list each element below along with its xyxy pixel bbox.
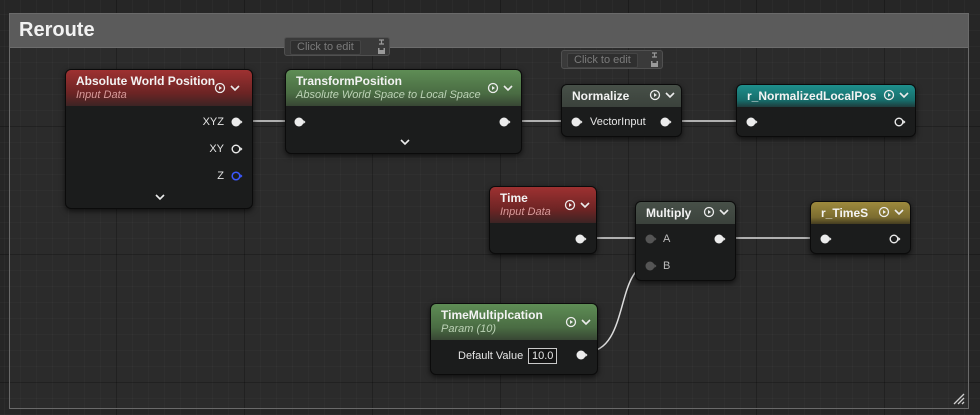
collapse-chevron-icon[interactable] xyxy=(576,199,592,211)
node-header[interactable]: Normalize xyxy=(562,85,681,107)
input-pin-b[interactable] xyxy=(645,260,657,272)
input-pin[interactable] xyxy=(820,233,832,245)
output-pin[interactable] xyxy=(575,233,587,245)
transform-comment-bubble-text[interactable]: Click to edit xyxy=(290,40,361,55)
normalize-node[interactable]: Normalize VectorInput xyxy=(561,84,682,137)
collapse-chevron-icon[interactable] xyxy=(226,82,242,94)
default-value-field[interactable]: 10.0 xyxy=(528,348,558,364)
preview-toggle-icon[interactable] xyxy=(883,89,895,101)
node-header[interactable]: Multiply xyxy=(636,202,735,224)
collapse-chevron-icon[interactable] xyxy=(499,82,515,94)
preview-toggle-icon[interactable] xyxy=(214,82,226,94)
r-normalized-local-pos-node[interactable]: r_NormalizedLocalPos xyxy=(736,84,916,137)
normalize-comment-bubble[interactable]: Click to edit xyxy=(561,50,663,69)
input-pin-label-a: A xyxy=(663,233,671,245)
input-pin[interactable] xyxy=(294,116,306,128)
time-node[interactable]: Time Input Data xyxy=(489,186,597,254)
expand-chevron-icon[interactable] xyxy=(399,138,411,147)
node-header[interactable]: r_NormalizedLocalPos xyxy=(737,85,915,107)
preview-toggle-icon[interactable] xyxy=(565,316,577,328)
collapse-chevron-icon[interactable] xyxy=(890,206,906,218)
preview-toggle-icon[interactable] xyxy=(703,206,715,218)
collapse-chevron-icon[interactable] xyxy=(715,206,731,218)
collapse-chevron-icon[interactable] xyxy=(577,316,593,328)
node-header[interactable]: Time Input Data xyxy=(490,187,596,223)
default-value-label: Default Value xyxy=(458,350,524,362)
pin-icon[interactable] xyxy=(650,52,659,68)
output-pin-label-xyz: XYZ xyxy=(202,116,224,128)
input-pin-vectorinput[interactable] xyxy=(571,116,583,128)
preview-toggle-icon[interactable] xyxy=(649,89,661,101)
output-pin[interactable] xyxy=(714,233,726,245)
preview-toggle-icon[interactable] xyxy=(487,82,499,94)
multiply-node[interactable]: Multiply A B xyxy=(635,201,736,281)
output-pin-z[interactable] xyxy=(231,170,243,182)
transform-comment-bubble[interactable]: Click to edit xyxy=(284,37,390,56)
normalize-comment-bubble-text[interactable]: Click to edit xyxy=(567,53,638,68)
collapse-chevron-icon[interactable] xyxy=(895,89,911,101)
output-pin[interactable] xyxy=(894,116,906,128)
node-header[interactable]: TransformPosition Absolute World Space t… xyxy=(286,70,521,106)
transform-position-node[interactable]: TransformPosition Absolute World Space t… xyxy=(285,69,522,154)
expand-chevron-icon[interactable] xyxy=(154,193,166,202)
output-pin[interactable] xyxy=(660,116,672,128)
input-pin-label-vectorinput: VectorInput xyxy=(590,116,646,128)
output-pin[interactable] xyxy=(576,349,588,361)
output-pin-label-z: Z xyxy=(217,170,224,182)
pin-icon[interactable] xyxy=(377,39,386,55)
output-pin[interactable] xyxy=(499,116,511,128)
input-pin[interactable] xyxy=(746,116,758,128)
output-pin[interactable] xyxy=(889,233,901,245)
output-pin-label-xy: XY xyxy=(209,143,224,155)
node-header[interactable]: TimeMultiplcation Param (10) xyxy=(431,304,597,340)
output-pin-xyz[interactable] xyxy=(231,116,243,128)
preview-toggle-icon[interactable] xyxy=(564,199,576,211)
node-header[interactable]: r_TimeS xyxy=(811,202,910,224)
collapse-chevron-icon[interactable] xyxy=(661,89,677,101)
absolute-world-position-node[interactable]: Absolute World Position Input Data XYZ X… xyxy=(65,69,253,209)
r-time-s-node[interactable]: r_TimeS xyxy=(810,201,911,254)
input-pin-label-b: B xyxy=(663,260,671,272)
preview-toggle-icon[interactable] xyxy=(878,206,890,218)
input-pin-a[interactable] xyxy=(645,233,657,245)
output-pin-xy[interactable] xyxy=(231,143,243,155)
time-multiplication-param-node[interactable]: TimeMultiplcation Param (10) Default Val… xyxy=(430,303,598,375)
node-header[interactable]: Absolute World Position Input Data xyxy=(66,70,252,106)
